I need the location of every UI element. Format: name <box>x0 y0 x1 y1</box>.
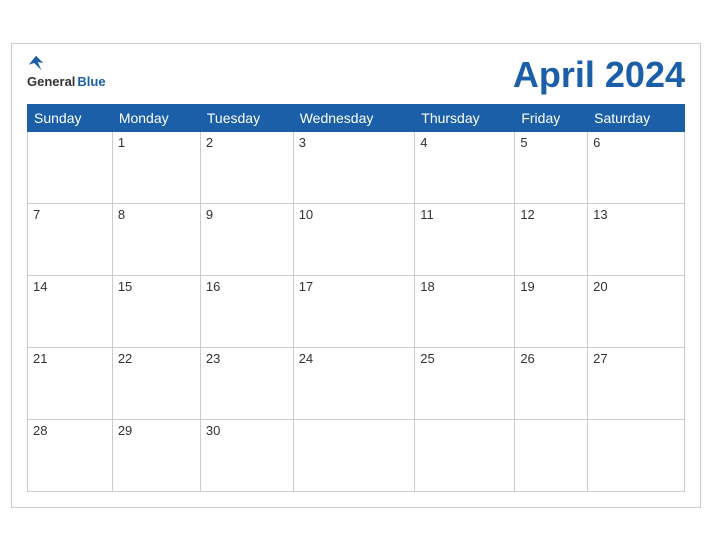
date-number: 25 <box>420 351 509 366</box>
header-tuesday: Tuesday <box>200 104 293 131</box>
calendar-cell: 9 <box>200 203 293 275</box>
date-number: 13 <box>593 207 679 222</box>
calendar-cell: 22 <box>112 347 200 419</box>
date-number: 20 <box>593 279 679 294</box>
calendar-cell: 19 <box>515 275 588 347</box>
calendar-cell: 15 <box>112 275 200 347</box>
logo: General Blue <box>27 54 106 89</box>
date-number: 14 <box>33 279 107 294</box>
header-sunday: Sunday <box>28 104 113 131</box>
date-number: 22 <box>118 351 195 366</box>
date-number: 18 <box>420 279 509 294</box>
weekday-header-row: Sunday Monday Tuesday Wednesday Thursday… <box>28 104 685 131</box>
calendar-cell: 16 <box>200 275 293 347</box>
calendar-cell <box>415 419 515 491</box>
date-number: 5 <box>520 135 582 150</box>
date-number: 10 <box>299 207 410 222</box>
date-number: 4 <box>420 135 509 150</box>
calendar-cell: 10 <box>293 203 415 275</box>
date-number: 15 <box>118 279 195 294</box>
logo-blue: Blue <box>77 74 105 89</box>
calendar-cell: 1 <box>112 131 200 203</box>
date-number: 12 <box>520 207 582 222</box>
date-number: 1 <box>118 135 195 150</box>
date-number: 19 <box>520 279 582 294</box>
calendar-cell: 3 <box>293 131 415 203</box>
logo-general: General <box>27 74 75 89</box>
calendar-cell: 24 <box>293 347 415 419</box>
month-title: April 2024 <box>513 54 685 96</box>
calendar-cell <box>28 131 113 203</box>
date-number: 28 <box>33 423 107 438</box>
calendar-cell: 18 <box>415 275 515 347</box>
header-thursday: Thursday <box>415 104 515 131</box>
calendar-cell: 8 <box>112 203 200 275</box>
date-number: 6 <box>593 135 679 150</box>
date-number: 17 <box>299 279 410 294</box>
header-monday: Monday <box>112 104 200 131</box>
date-number: 29 <box>118 423 195 438</box>
calendar-cell: 27 <box>588 347 685 419</box>
date-number: 24 <box>299 351 410 366</box>
calendar-week-row: 789 10 11 12 13 <box>28 203 685 275</box>
logo-bird-icon <box>27 54 45 72</box>
calendar-cell: 7 <box>28 203 113 275</box>
date-number: 27 <box>593 351 679 366</box>
calendar: General Blue April 2024 Sunday Monday Tu… <box>11 43 701 508</box>
calendar-cell: 30 <box>200 419 293 491</box>
calendar-cell: 2 <box>200 131 293 203</box>
calendar-cell: 23 <box>200 347 293 419</box>
date-number: 9 <box>206 207 288 222</box>
calendar-cell: 12 <box>515 203 588 275</box>
calendar-cell: 21 <box>28 347 113 419</box>
header-saturday: Saturday <box>588 104 685 131</box>
calendar-cell: 4 <box>415 131 515 203</box>
calendar-cell: 28 <box>28 419 113 491</box>
calendar-cell: 5 <box>515 131 588 203</box>
header-friday: Friday <box>515 104 588 131</box>
calendar-cell <box>515 419 588 491</box>
date-number: 3 <box>299 135 410 150</box>
calendar-cell: 26 <box>515 347 588 419</box>
calendar-week-row: 123456 <box>28 131 685 203</box>
date-number: 11 <box>420 207 509 222</box>
date-number: 23 <box>206 351 288 366</box>
calendar-table: Sunday Monday Tuesday Wednesday Thursday… <box>27 104 685 492</box>
calendar-header: General Blue April 2024 <box>27 54 685 96</box>
calendar-cell <box>588 419 685 491</box>
date-number: 2 <box>206 135 288 150</box>
calendar-week-row: 21 22 23 24 25 26 27 <box>28 347 685 419</box>
calendar-cell: 25 <box>415 347 515 419</box>
date-number: 21 <box>33 351 107 366</box>
calendar-week-row: 14 15 16 17 18 19 20 <box>28 275 685 347</box>
date-number: 8 <box>118 207 195 222</box>
header-wednesday: Wednesday <box>293 104 415 131</box>
calendar-cell: 14 <box>28 275 113 347</box>
calendar-week-row: 28 29 30 <box>28 419 685 491</box>
calendar-cell: 13 <box>588 203 685 275</box>
date-number: 30 <box>206 423 288 438</box>
date-number: 7 <box>33 207 107 222</box>
calendar-cell <box>293 419 415 491</box>
date-number: 16 <box>206 279 288 294</box>
calendar-cell: 20 <box>588 275 685 347</box>
date-number: 26 <box>520 351 582 366</box>
calendar-cell: 6 <box>588 131 685 203</box>
calendar-cell: 29 <box>112 419 200 491</box>
calendar-cell: 11 <box>415 203 515 275</box>
calendar-cell: 17 <box>293 275 415 347</box>
